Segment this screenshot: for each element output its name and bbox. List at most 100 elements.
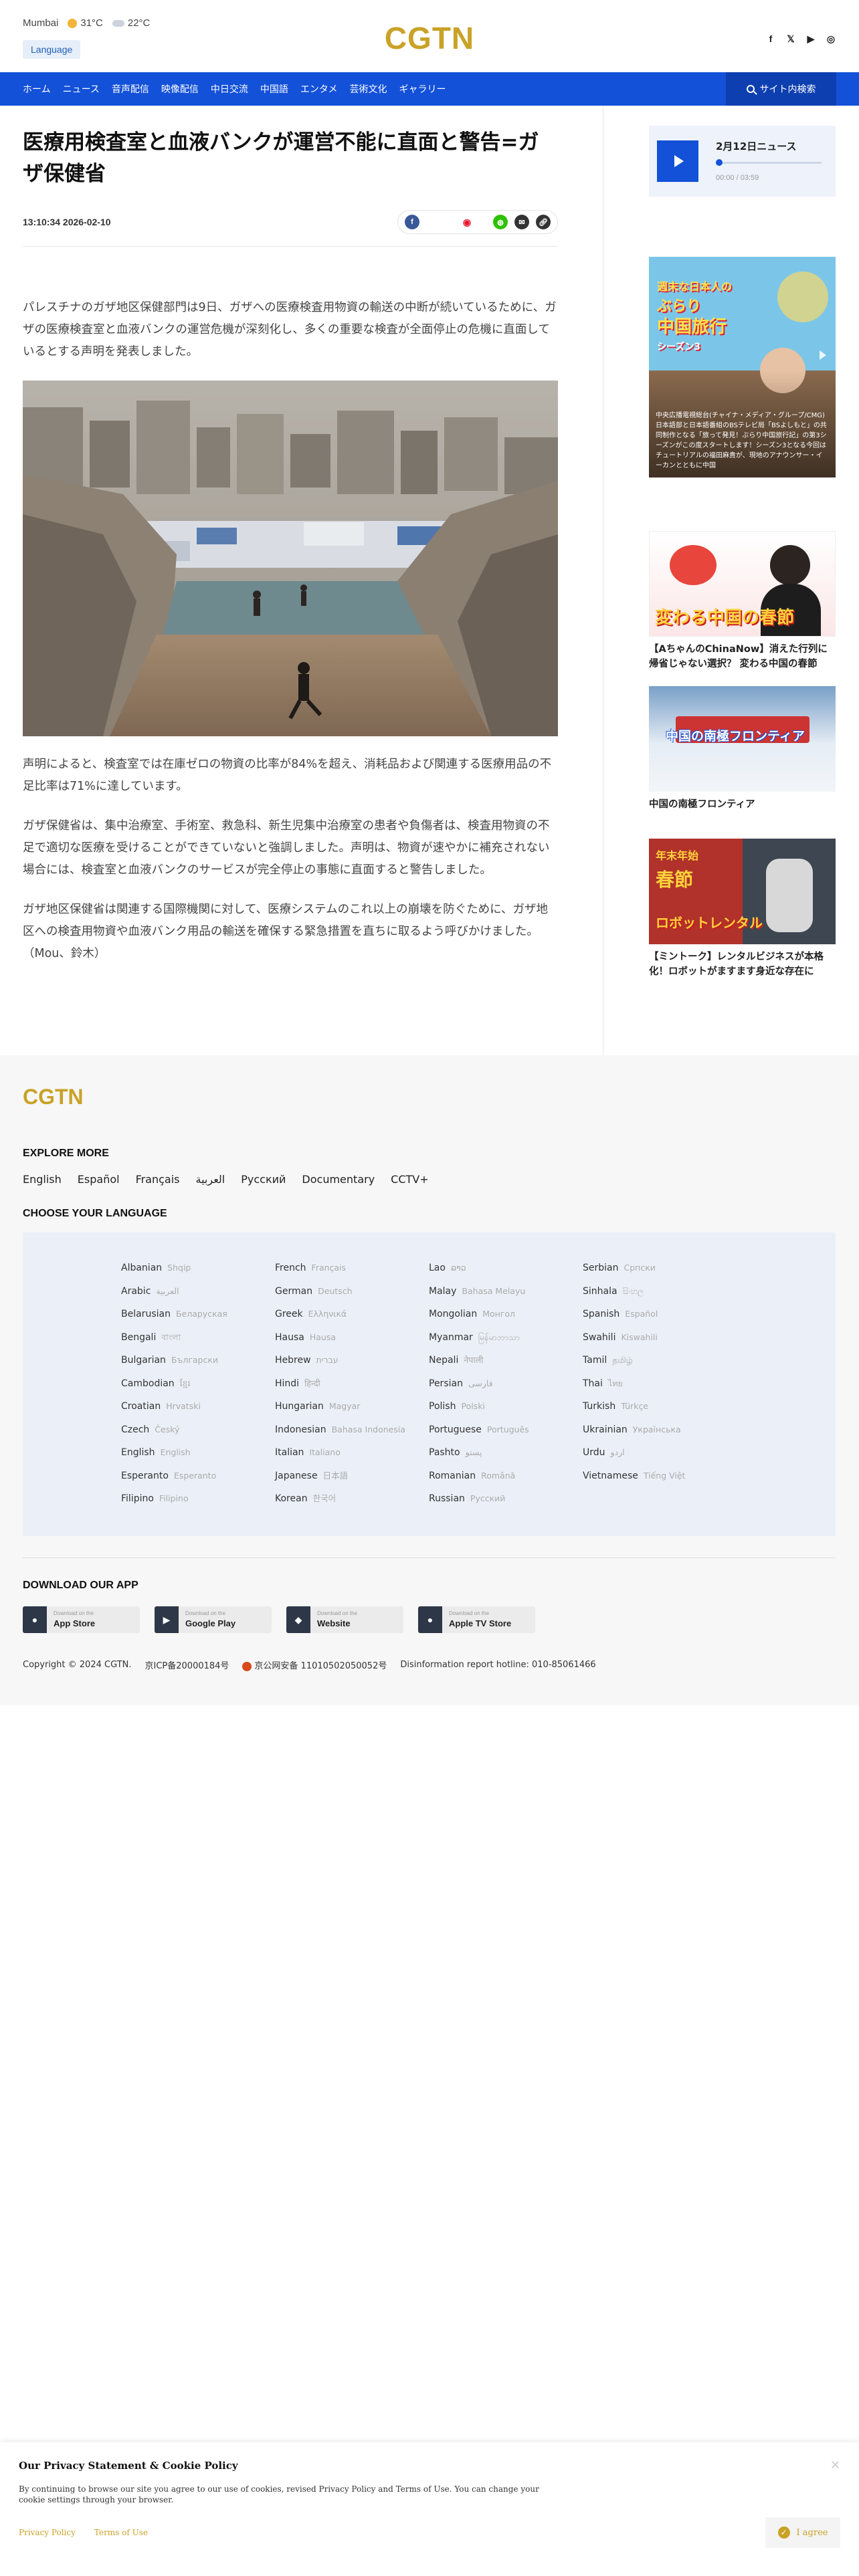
language-option[interactable]: Urdu اردو [583,1445,737,1460]
language-option[interactable]: Portuguese Português [429,1422,583,1437]
language-option[interactable]: English English [121,1445,275,1460]
language-option[interactable]: Pashto پښتو [429,1445,583,1460]
language-option[interactable]: French Français [275,1261,429,1275]
news-card[interactable]: 中国の南極フロンティア 中国の南極フロンティア [649,686,836,812]
gaza-rubble-photo [23,381,558,736]
language-option[interactable]: Persian فارسی [429,1376,583,1391]
audio-progress-handle[interactable] [716,159,723,166]
language-name: Hungarian [275,1401,324,1412]
link-icon[interactable]: 🔗︎ [536,215,551,229]
youtube-icon[interactable]: ▶ [805,33,816,44]
language-option[interactable]: Greek Ελληνικά [275,1307,429,1321]
wechat-icon[interactable]: ◍ [493,215,508,229]
footer-logo[interactable]: CGTN [23,1085,84,1109]
language-option[interactable]: Romanian Română [429,1469,583,1483]
site-search-button[interactable]: サイト内検索 [726,72,836,106]
language-option[interactable]: Korean 한국어 [275,1491,429,1506]
language-option[interactable]: Hebrew עברית [275,1353,429,1368]
news-card[interactable]: 年末年始 春節 ロボットレンタル 【ミントーク】レンタルビジネスが本格化！ロボッ… [649,839,836,979]
language-option[interactable]: Japanese 日本語 [275,1469,429,1483]
language-option[interactable]: Albanian Shqip [121,1261,275,1275]
footer: CGTN EXPLORE MORE English Español Français… [0,1055,859,1705]
language-option[interactable]: Italian Italiano [275,1445,429,1460]
nav-item[interactable]: ニュース [63,82,100,96]
language-option[interactable]: Turkish Türkçe [583,1399,737,1414]
app-download-buttons: ● Download on the App Store ▶ Download on th… [23,1606,535,1633]
language-name: Bengali [121,1331,157,1343]
language-option[interactable]: Lao ລາວ [429,1261,583,1275]
language-option[interactable]: Bengali বাংলা [121,1330,275,1345]
video-promo-card[interactable]: 週末な日本人の ぶらり 中国旅行 シーズン3 中央広播電視総台(チャイナ・メディ… [649,257,836,477]
explore-link[interactable]: Documentary [302,1173,375,1186]
facebook-icon[interactable]: f [765,33,776,44]
language-option[interactable]: Cambodian ខ្មែរ [121,1376,275,1391]
language-option[interactable]: Arabic العربية [121,1284,275,1299]
email-icon[interactable]: ✉ [514,215,529,229]
language-option[interactable]: Polish Polski [429,1399,583,1414]
explore-link[interactable]: Русский [241,1173,286,1186]
language-option[interactable]: Myanmar မြန်မာဘာသာ [429,1330,583,1345]
article-datetime: 13:10:34 2026-02-10 [23,217,111,227]
x-icon[interactable]: 𝕏 [785,33,796,44]
icp-license[interactable]: 京ICP备20000184号 [145,1658,229,1671]
explore-link[interactable]: العربية [196,1173,225,1186]
play-button[interactable] [657,140,698,182]
language-option[interactable]: Indonesian Bahasa Indonesia [275,1422,429,1437]
copyright: Copyright © 2024 CGTN. [23,1660,132,1670]
language-option[interactable]: Mongolian Монгол [429,1307,583,1321]
language-name: English [121,1447,155,1458]
agree-button[interactable]: ✓ I agree [765,2517,840,2548]
language-native-name: বাংলা [161,1331,181,1342]
app-download-button[interactable]: ● Download on the App Store [23,1606,140,1633]
language-option[interactable]: Nepali नेपाली [429,1353,583,1368]
close-icon[interactable]: ✕ [830,2458,840,2472]
language-option[interactable]: Hindi हिन्दी [275,1376,429,1391]
language-option[interactable]: Malay Bahasa Melayu [429,1284,583,1299]
terms-of-use-link[interactable]: Terms of Use [94,2528,148,2537]
language-option[interactable]: German Deutsch [275,1284,429,1299]
language-option[interactable]: Esperanto Esperanto [121,1469,275,1483]
nav-item[interactable]: 芸術文化 [350,82,387,96]
explore-link[interactable]: English [23,1173,62,1186]
language-option[interactable]: Thai ไทย [583,1376,737,1391]
explore-link[interactable]: CCTV+ [391,1173,428,1186]
language-option[interactable]: Belarusian Беларуская [121,1307,275,1321]
nav-item[interactable]: 映像配信 [161,82,199,96]
language-option[interactable]: Croatian Hrvatski [121,1399,275,1414]
explore-link[interactable]: Français [136,1173,180,1186]
news-card[interactable]: 変わる中国の春節 【AちゃんのChinaNow】消えた行列に帰省じゃない選択？ … [649,531,836,671]
weibo-icon[interactable]: ◎ [826,33,836,44]
language-option[interactable]: Ukrainian Українська [583,1422,737,1437]
nav-item[interactable]: エンタメ [300,82,338,96]
police-registration[interactable]: 京公网安备 11010502050052号 [242,1658,387,1671]
app-download-button[interactable]: ◆ Download on the Website [286,1606,403,1633]
language-option[interactable]: Hausa Hausa [275,1330,429,1345]
language-option[interactable]: Sinhala සිංහල [583,1284,737,1299]
language-option[interactable]: Tamil தமிழ் [583,1353,737,1368]
facebook-icon[interactable]: f [405,215,419,229]
app-caption: Download on the [54,1610,94,1616]
nav-item[interactable]: 中日交流 [211,82,248,96]
app-download-button[interactable]: ▶ Download on the Google Play [155,1606,272,1633]
language-option[interactable]: Czech Český [121,1422,275,1437]
cgtn-logo[interactable]: CGTN [385,20,474,56]
language-option[interactable]: Serbian Српски [583,1261,737,1275]
nav-item[interactable]: 中国語 [260,82,288,96]
language-option[interactable]: Swahili Kiswahili [583,1330,737,1345]
nav-item[interactable]: ホーム [23,82,51,96]
language-option[interactable]: Spanish Español [583,1307,737,1321]
language-option[interactable]: Russian Русский [429,1491,583,1506]
explore-link[interactable]: Español [78,1173,120,1186]
language-option[interactable]: Bulgarian Български [121,1353,275,1368]
app-download-button[interactable]: ● Download on the Apple TV Store [418,1606,535,1633]
language-option[interactable]: Vietnamese Tiếng Việt [583,1469,737,1483]
language-native-name: Türkçe [621,1401,649,1411]
nav-item[interactable]: 音声配信 [112,82,149,96]
language-button[interactable]: Language [23,40,81,59]
audio-progress-track[interactable] [716,162,822,164]
language-option[interactable]: Filipino Filipino [121,1491,275,1506]
weibo-icon[interactable]: ◉ [460,215,474,229]
privacy-policy-link[interactable]: Privacy Policy [19,2528,76,2537]
language-option[interactable]: Hungarian Magyar [275,1399,429,1414]
nav-item[interactable]: ギャラリー [399,82,446,96]
